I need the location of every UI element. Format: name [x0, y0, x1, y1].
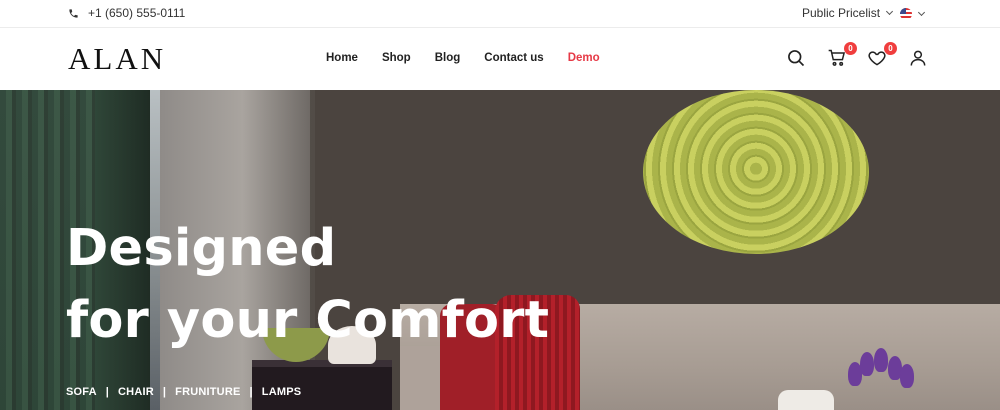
phone-number: +1 (650) 555-0111 — [88, 6, 186, 20]
chevron-down-icon — [885, 7, 894, 16]
main-nav: Home Shop Blog Contact us Demo — [326, 52, 624, 64]
hero-title-line-2: for your Comfort — [66, 291, 550, 350]
language-dropdown[interactable] — [900, 8, 926, 20]
site-logo[interactable]: ALAN — [68, 42, 166, 76]
search-button[interactable] — [786, 48, 808, 70]
hero-category-tags: SOFA | CHAIR | FRUNITURE | LAMPS — [66, 386, 301, 398]
hero-flowers — [848, 348, 918, 390]
user-icon — [910, 50, 926, 66]
chevron-down-icon — [917, 8, 926, 17]
tag-chair[interactable]: CHAIR — [118, 386, 154, 398]
phone-icon — [69, 8, 78, 18]
cart-count-badge: 0 — [844, 42, 857, 55]
nav-blog[interactable]: Blog — [435, 52, 461, 64]
tag-furniture[interactable]: FRUNITURE — [175, 386, 240, 398]
hero-wall-decoration — [643, 90, 869, 254]
pricelist-label: Public Pricelist — [802, 6, 881, 20]
cart-button[interactable]: 0 — [827, 42, 857, 70]
nav-shop[interactable]: Shop — [382, 52, 411, 64]
tag-sofa[interactable]: SOFA — [66, 386, 97, 398]
wishlist-count-badge: 0 — [884, 42, 897, 55]
phone-contact[interactable]: +1 (650) 555-0111 — [68, 6, 185, 20]
tag-separator: | — [162, 386, 167, 398]
tag-separator: | — [105, 386, 110, 398]
hero-banner: Designed for your Comfort SOFA | CHAIR |… — [0, 90, 1000, 410]
nav-home[interactable]: Home — [326, 52, 358, 64]
tag-separator: | — [249, 386, 253, 398]
nav-demo[interactable]: Demo — [568, 52, 600, 64]
wishlist-button[interactable]: 0 — [867, 42, 897, 70]
search-icon — [788, 50, 805, 67]
hero-vase-right — [778, 390, 834, 410]
hero-title: Designed for your Comfort — [66, 213, 549, 357]
account-button[interactable] — [908, 48, 930, 70]
hero-title-line-1: Designed — [66, 219, 337, 278]
top-bar: +1 (650) 555-0111 Public Pricelist — [0, 0, 1000, 28]
us-flag-icon — [900, 8, 912, 20]
tag-lamps[interactable]: LAMPS — [262, 386, 302, 398]
main-header: ALAN Home Shop Blog Contact us Demo 0 0 — [0, 28, 1000, 90]
pricelist-dropdown[interactable]: Public Pricelist — [802, 6, 894, 20]
nav-contact-us[interactable]: Contact us — [484, 52, 543, 64]
